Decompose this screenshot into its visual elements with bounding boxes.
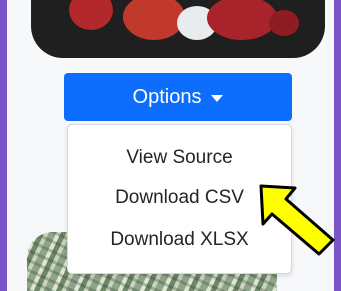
options-button-label: Options xyxy=(132,85,202,108)
caret-down-icon xyxy=(211,94,224,102)
virus-card-image xyxy=(31,0,325,58)
menu-item-view-source[interactable]: View Source xyxy=(68,147,291,169)
options-button[interactable]: Options xyxy=(64,73,292,121)
arrow-pointer-icon xyxy=(259,184,335,256)
